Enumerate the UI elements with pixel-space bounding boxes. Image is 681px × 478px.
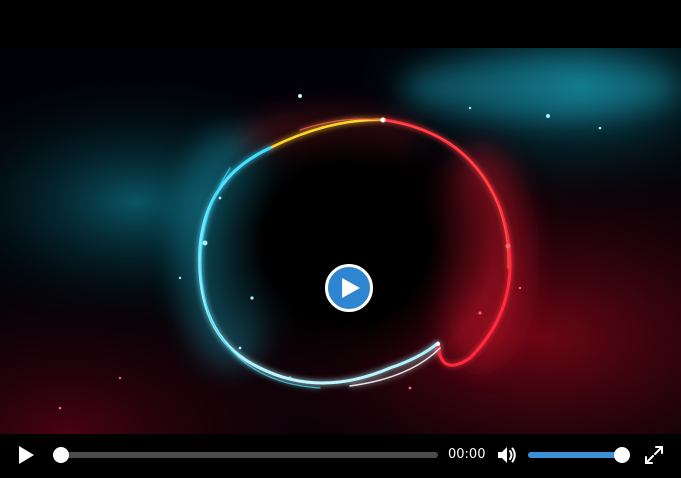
play-button[interactable] (14, 443, 38, 467)
progress-thumb[interactable] (53, 447, 69, 463)
volume-thumb[interactable] (614, 447, 630, 463)
video-player: 00:00 (0, 0, 681, 478)
play-circle-icon (342, 278, 360, 298)
current-time: 00:00 (448, 447, 486, 462)
video-frame[interactable] (0, 48, 681, 434)
progress-track (54, 452, 438, 458)
fullscreen-button[interactable] (643, 444, 665, 466)
big-play-button[interactable] (325, 264, 373, 312)
fullscreen-icon (645, 446, 663, 464)
volume-fill (528, 452, 622, 458)
play-icon (19, 446, 34, 464)
control-bar: 00:00 (0, 434, 681, 478)
volume-icon (498, 447, 516, 463)
mute-button[interactable] (496, 444, 518, 466)
volume-slider[interactable] (528, 447, 630, 463)
glowing-ring-icon (0, 48, 681, 434)
progress-slider[interactable] (53, 447, 438, 463)
